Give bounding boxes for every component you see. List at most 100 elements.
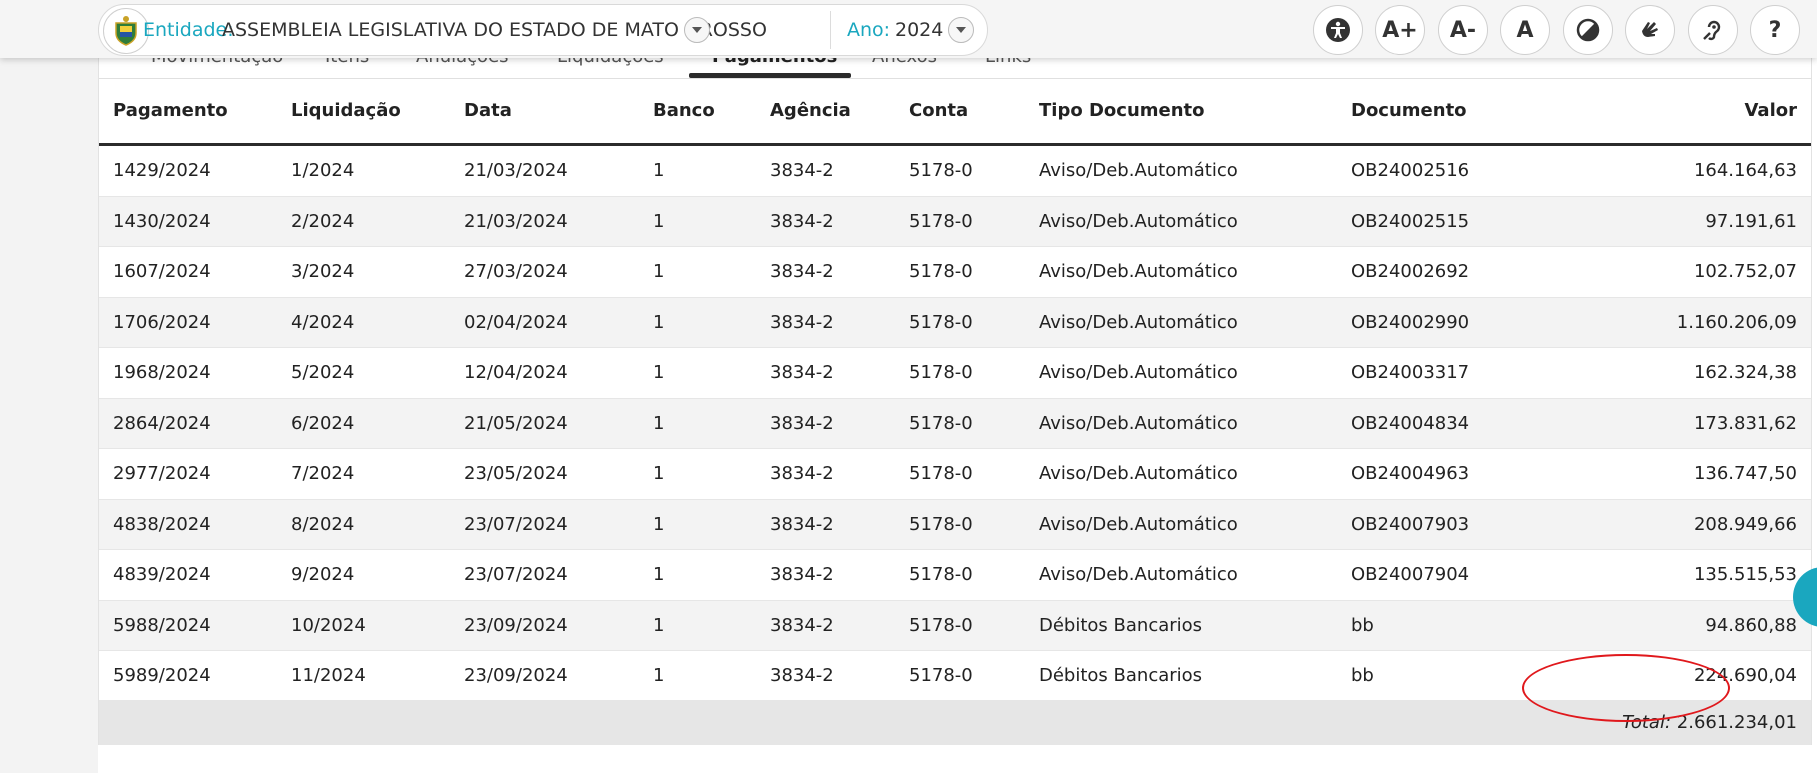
help-button[interactable]: ? [1750,5,1800,55]
table-row[interactable]: 2864/2024 6/2024 21/05/2024 1 3834-2 5178-0 Av… [99,398,1811,449]
column-header-valor[interactable]: Valor [1507,78,1811,146]
cell-data: 23/07/2024 [450,499,639,550]
cell-conta: 5178-0 [895,398,1025,449]
cell-agencia: 3834-2 [756,297,895,348]
cell-pagamento: 1607/2024 [99,246,277,298]
cell-data: 12/04/2024 [450,347,639,399]
cell-tipo-documento: Débitos Bancarios [1025,600,1337,651]
cell-conta: 5178-0 [895,448,1025,500]
cell-agencia: 3834-2 [756,650,895,702]
cell-data: 23/07/2024 [450,549,639,601]
cell-liquidacao: 5/2024 [277,347,450,399]
cell-agencia: 3834-2 [756,246,895,298]
tab-anexos[interactable]: Anexos [872,58,937,67]
cell-banco: 1 [639,650,756,702]
column-header-pagamento[interactable]: Pagamento [99,78,277,146]
cell-agencia: 3834-2 [756,600,895,651]
entity-selector: Entidade: ASSEMBLEIA LEGISLATIVA DO ESTA… [98,4,988,56]
cell-documento: OB24003317 [1337,347,1507,399]
sign-language-icon[interactable] [1625,5,1675,55]
cell-conta: 5178-0 [895,297,1025,348]
column-header-liquidacao[interactable]: Liquidação [277,78,450,146]
year-value[interactable]: 2024 [895,19,943,41]
cell-pagamento: 4839/2024 [99,549,277,601]
cell-agencia: 3834-2 [756,347,895,399]
cell-banco: 1 [639,398,756,449]
cell-conta: 5178-0 [895,549,1025,601]
cell-agencia: 3834-2 [756,196,895,247]
table-row[interactable]: 1429/2024 1/2024 21/03/2024 1 3834-2 5178-0 Av… [99,144,1811,197]
table-row[interactable]: 2977/2024 7/2024 23/05/2024 1 3834-2 5178-0 Av… [99,448,1811,500]
table-row[interactable]: 5988/2024 10/2024 23/09/2024 1 3834-2 5178-0 D… [99,600,1811,651]
hearing-icon[interactable] [1688,5,1738,55]
entity-dropdown-button[interactable] [684,17,710,43]
cell-documento: OB24002990 [1337,297,1507,348]
highlight-ellipse [1522,654,1730,722]
table-row[interactable]: 4838/2024 8/2024 23/07/2024 1 3834-2 5178-0 Av… [99,499,1811,550]
cell-banco: 1 [639,499,756,550]
cell-documento: bb [1337,650,1507,702]
font-decrease-button[interactable]: A- [1438,5,1488,55]
cell-data: 21/03/2024 [450,144,639,197]
cell-documento: OB24007904 [1337,549,1507,601]
cell-conta: 5178-0 [895,144,1025,197]
column-header-agencia[interactable]: Agência [756,78,895,146]
cell-liquidacao: 3/2024 [277,246,450,298]
cell-valor: 173.831,62 [1507,398,1811,449]
font-increase-button[interactable]: A+ [1375,5,1425,55]
cell-banco: 1 [639,144,756,197]
table-row[interactable]: 4839/2024 9/2024 23/07/2024 1 3834-2 5178-0 Av… [99,549,1811,601]
table-row[interactable]: 1706/2024 4/2024 02/04/2024 1 3834-2 5178-0 Av… [99,297,1811,348]
column-header-banco[interactable]: Banco [639,78,756,146]
cell-agencia: 3834-2 [756,398,895,449]
cell-banco: 1 [639,297,756,348]
column-header-tipo-documento[interactable]: Tipo Documento [1025,78,1337,146]
cell-agencia: 3834-2 [756,499,895,550]
column-header-documento[interactable]: Documento [1337,78,1507,146]
year-label: Ano: [847,19,891,41]
cell-liquidacao: 7/2024 [277,448,450,500]
tab-pagamentos[interactable]: Pagamentos [712,58,837,67]
table-row[interactable]: 1430/2024 2/2024 21/03/2024 1 3834-2 5178-0 Av… [99,196,1811,247]
cell-valor: 208.949,66 [1507,499,1811,550]
cell-tipo-documento: Aviso/Deb.Automático [1025,549,1337,601]
year-dropdown-button[interactable] [948,17,974,43]
accessibility-icon[interactable] [1313,5,1363,55]
cell-data: 23/05/2024 [450,448,639,500]
tab-itens[interactable]: Itens [325,58,369,67]
cell-documento: bb [1337,600,1507,651]
divider [830,11,831,49]
cell-data: 23/09/2024 [450,650,639,702]
cell-valor: 164.164,63 [1507,144,1811,197]
cell-tipo-documento: Aviso/Deb.Automático [1025,246,1337,298]
left-gutter [0,0,98,773]
contrast-icon[interactable] [1563,5,1613,55]
payments-panel: Movimentação Itens Anulações Liquidações… [98,58,1812,745]
cell-pagamento: 1706/2024 [99,297,277,348]
cell-liquidacao: 8/2024 [277,499,450,550]
tab-links[interactable]: Links [985,58,1031,67]
column-header-conta[interactable]: Conta [895,78,1025,146]
cell-conta: 5178-0 [895,600,1025,651]
cell-liquidacao: 2/2024 [277,196,450,247]
tab-liquidacoes[interactable]: Liquidações [557,58,664,67]
cell-agencia: 3834-2 [756,549,895,601]
payments-table: Pagamento Liquidação Data Banco Agência … [99,78,1811,702]
cell-data: 27/03/2024 [450,246,639,298]
table-row[interactable]: 1968/2024 5/2024 12/04/2024 1 3834-2 5178-0 Av… [99,347,1811,399]
cell-banco: 1 [639,549,756,601]
cell-tipo-documento: Aviso/Deb.Automático [1025,499,1337,550]
cell-pagamento: 5989/2024 [99,650,277,702]
cell-tipo-documento: Aviso/Deb.Automático [1025,448,1337,500]
tab-anulacoes[interactable]: Anulações [416,58,509,67]
cell-tipo-documento: Aviso/Deb.Automático [1025,144,1337,197]
table-row[interactable]: 1607/2024 3/2024 27/03/2024 1 3834-2 5178-0 Av… [99,246,1811,298]
font-reset-button[interactable]: A [1500,5,1550,55]
cell-conta: 5178-0 [895,196,1025,247]
column-header-data[interactable]: Data [450,78,639,146]
cell-conta: 5178-0 [895,246,1025,298]
tab-movimentacao[interactable]: Movimentação [151,58,283,67]
cell-liquidacao: 9/2024 [277,549,450,601]
cell-valor: 135.515,53 [1507,549,1811,601]
cell-tipo-documento: Débitos Bancarios [1025,650,1337,702]
